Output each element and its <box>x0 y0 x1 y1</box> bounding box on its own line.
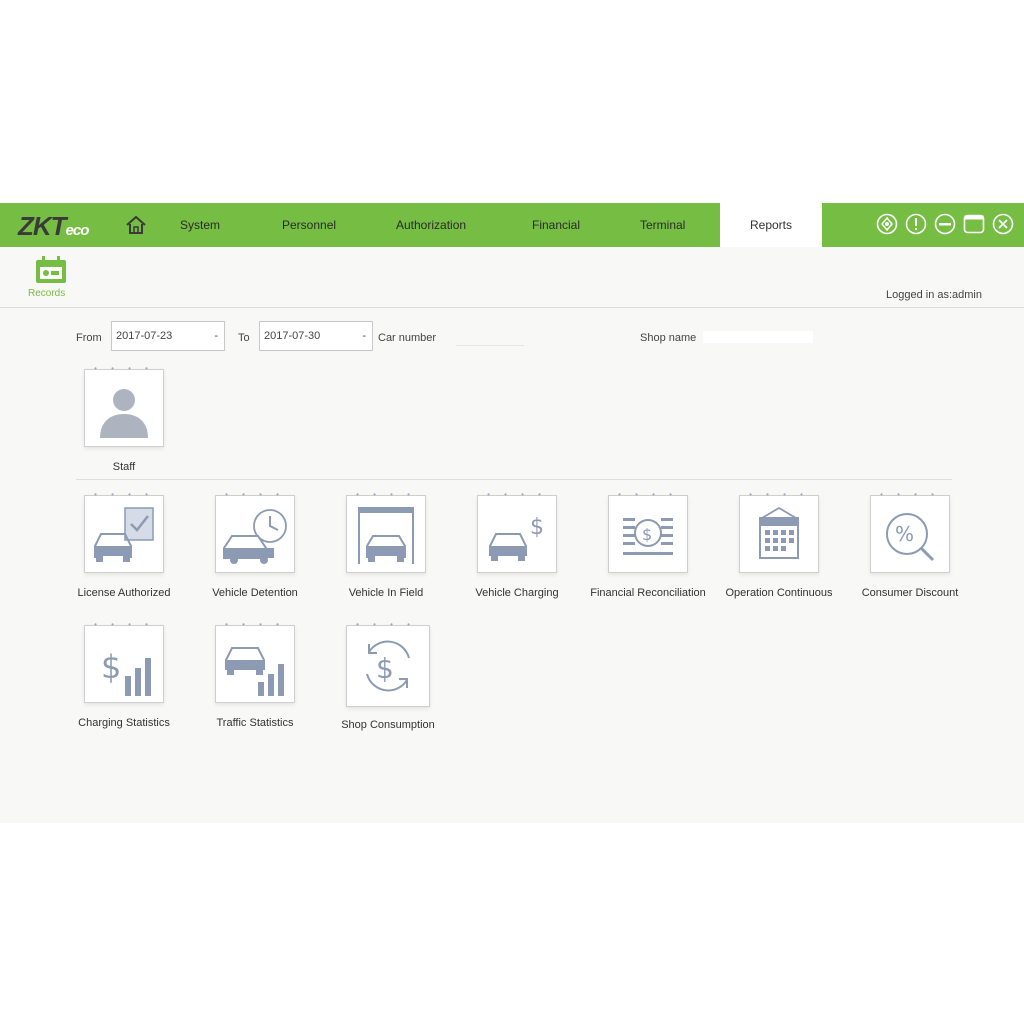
tile-label: Operation Continuous <box>725 587 833 599</box>
car-bars-icon <box>225 647 284 696</box>
nav-system[interactable]: System <box>180 203 220 247</box>
records-icon[interactable] <box>34 255 68 285</box>
settings-icon[interactable] <box>876 213 898 235</box>
tile-label: Charging Statistics <box>78 717 170 729</box>
to-label: To <box>238 332 250 344</box>
nav-financial[interactable]: Financial <box>532 203 580 247</box>
records-label[interactable]: Records <box>28 288 65 299</box>
report-tile-charging-statistics[interactable]: • • • • $ Charging Statistics <box>54 621 194 735</box>
svg-text:$: $ <box>376 652 394 685</box>
svg-text:%: % <box>895 522 914 546</box>
car-garage-icon <box>358 507 414 564</box>
report-card[interactable]: • • • • <box>739 491 819 573</box>
nav-reports[interactable]: Reports <box>720 203 822 247</box>
top-navigation-bar: ZKTeco System Personnel Authorization Fi… <box>0 203 1024 247</box>
filter-bar: From 2017-07-23 - To 2017-07-30 - Car nu… <box>0 321 1024 355</box>
report-tile-operation-continuous[interactable]: • • • • Operation Continuous <box>709 491 849 605</box>
tile-label: Vehicle In Field <box>348 587 424 599</box>
nav-terminal[interactable]: Terminal <box>640 203 685 247</box>
report-card[interactable]: • • • • % <box>870 491 950 573</box>
logo-text: ZKT <box>18 211 67 241</box>
report-tile-shop-consumption[interactable]: • • • • $ Shop Consumption <box>316 621 456 735</box>
car-number-input[interactable] <box>456 331 524 346</box>
car-clock-icon <box>223 509 287 564</box>
maximize-icon[interactable] <box>963 213 985 235</box>
minimize-icon[interactable] <box>934 213 956 235</box>
logged-in-status: Logged in as:admin <box>885 289 982 301</box>
sub-toolbar: Records Logged in as:admin <box>0 247 1024 308</box>
svg-text:$: $ <box>101 648 121 686</box>
report-card[interactable]: • • • • $ <box>346 621 430 707</box>
nav-authorization[interactable]: Authorization <box>396 203 466 247</box>
car-dollar-icon: $ <box>489 515 544 561</box>
svg-text:$: $ <box>530 515 544 540</box>
report-card[interactable]: • • • • $ <box>84 621 164 703</box>
report-tile-vehicle-in-field[interactable]: • • • • Vehicle In Field <box>316 491 456 605</box>
info-icon[interactable] <box>905 213 927 235</box>
tile-label: Traffic Statistics <box>216 717 294 729</box>
percent-search-icon: % <box>886 513 935 562</box>
report-card[interactable]: • • • • $ <box>477 491 557 573</box>
report-tile-traffic-statistics[interactable]: • • • • Traffic Statistics <box>185 621 325 735</box>
from-date-picker[interactable]: 2017-07-23 - <box>111 321 225 351</box>
report-tile-vehicle-charging[interactable]: • • • • $ Vehicle Charging <box>447 491 587 605</box>
tile-label: Vehicle Detention <box>212 587 298 599</box>
tile-label: Consumer Discount <box>861 587 959 599</box>
report-tile-vehicle-detention[interactable]: • • • • Vehicle Detention <box>185 491 325 605</box>
shop-name-label: Shop name <box>640 332 697 344</box>
tile-label: Staff <box>112 461 136 473</box>
report-tile-staff[interactable]: • • • • Staff <box>54 365 194 479</box>
dropdown-caret-icon[interactable]: - <box>214 322 218 350</box>
tile-label: Financial Reconciliation <box>590 587 706 599</box>
report-card[interactable]: • • • • <box>84 365 164 447</box>
person-icon <box>100 389 148 438</box>
to-date-value: 2017-07-30 <box>264 330 321 342</box>
dropdown-caret-icon[interactable]: - <box>362 322 366 350</box>
calendar-icon <box>759 506 799 559</box>
svg-text:$: $ <box>642 525 652 544</box>
car-number-label: Car number <box>378 332 437 344</box>
app-window: ZKTeco System Personnel Authorization Fi… <box>0 203 1024 823</box>
report-card[interactable]: • • • • <box>215 491 295 573</box>
to-date-picker[interactable]: 2017-07-30 - <box>259 321 373 351</box>
dollar-bars-icon: $ <box>101 648 151 696</box>
section-divider <box>76 479 952 480</box>
tile-label: Vehicle Charging <box>475 587 559 599</box>
shop-name-input[interactable] <box>703 331 813 343</box>
tile-label: License Authorized <box>77 587 171 599</box>
report-card[interactable]: • • • • $ <box>608 491 688 573</box>
from-date-value: 2017-07-23 <box>116 330 173 342</box>
close-icon[interactable] <box>992 213 1014 235</box>
report-card[interactable]: • • • • <box>346 491 426 573</box>
brand-logo: ZKTeco <box>18 211 90 242</box>
from-label: From <box>76 332 102 344</box>
report-tile-license-authorized[interactable]: • • • • License Authorized <box>54 491 194 605</box>
report-card[interactable]: • • • • <box>84 491 164 573</box>
report-card[interactable]: • • • • <box>215 621 295 703</box>
logo-subtext: eco <box>65 222 90 239</box>
report-tile-financial-reconciliation[interactable]: • • • • $ Financial Reconciliation <box>578 491 718 605</box>
coin-document-icon: $ <box>623 518 673 555</box>
tile-label: Shop Consumption <box>341 719 435 731</box>
dollar-cycle-icon: $ <box>366 640 410 692</box>
nav-personnel[interactable]: Personnel <box>282 203 336 247</box>
car-check-icon <box>94 507 154 562</box>
report-tile-consumer-discount[interactable]: • • • • % Consumer Discount <box>840 491 980 605</box>
home-icon[interactable] <box>124 213 148 237</box>
